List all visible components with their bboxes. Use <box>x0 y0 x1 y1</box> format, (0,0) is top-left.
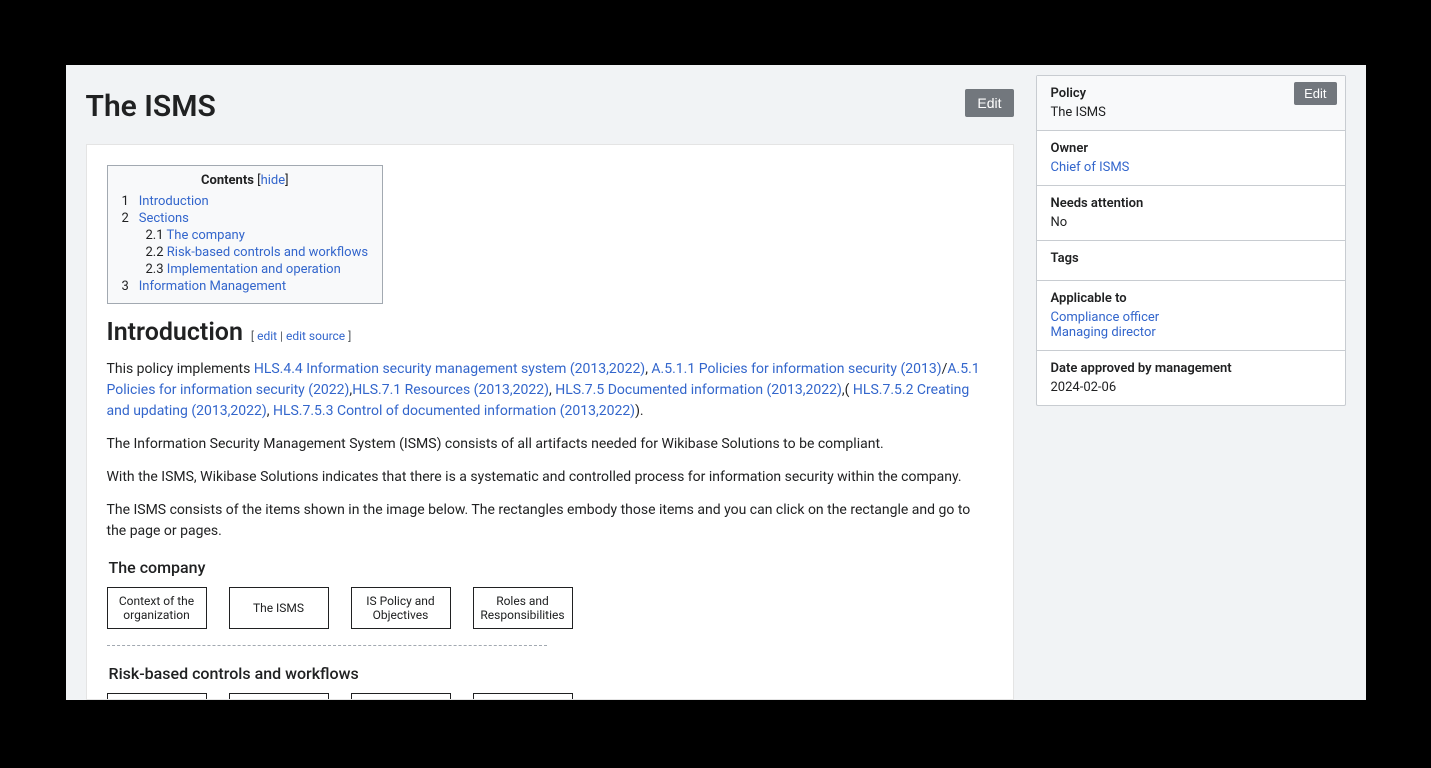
policy-link[interactable]: HLS.7.5.3 Control of documented informat… <box>273 403 635 419</box>
toc-item[interactable]: 1 Introduction <box>122 194 369 209</box>
info-section-applicable: Applicable to Compliance officer Managin… <box>1037 281 1345 351</box>
section-heading-introduction: Introduction [ edit | edit source ] <box>107 318 993 347</box>
toc-title: Contents <box>201 173 254 188</box>
info-label: Tags <box>1051 251 1331 266</box>
edit-button[interactable]: Edit <box>965 89 1013 117</box>
toc-item[interactable]: 2 Sections 2.1 The company 2.2 Risk-base… <box>122 211 369 277</box>
isms-diagram: The company Context of the organization … <box>107 558 993 700</box>
diagram-box[interactable]: Context of the organization <box>107 587 207 629</box>
toc-subitem[interactable]: 2.3 Implementation and operation <box>146 262 369 277</box>
intro-paragraph-4: The ISMS consists of the items shown in … <box>107 500 993 542</box>
table-of-contents: Contents [hide] 1 Introduction 2 Section… <box>107 165 384 304</box>
diagram-box[interactable]: IS Policy and Objectives <box>351 587 451 629</box>
info-value: The ISMS <box>1051 105 1331 120</box>
sidebar-edit-button[interactable]: Edit <box>1294 82 1336 105</box>
owner-link[interactable]: Chief of ISMS <box>1051 160 1331 175</box>
info-label: Owner <box>1051 141 1331 156</box>
diagram-divider <box>107 645 547 646</box>
info-label: Policy <box>1051 86 1331 101</box>
applicable-link[interactable]: Managing director <box>1051 325 1331 340</box>
info-section-needs-attention: Needs attention No <box>1037 186 1345 241</box>
toc-item[interactable]: 3 Information Management <box>122 279 369 294</box>
intro-paragraph-3: With the ISMS, Wikibase Solutions indica… <box>107 467 993 488</box>
info-label: Needs attention <box>1051 196 1331 211</box>
page-title: The ISMS <box>86 89 216 124</box>
toc-subitem[interactable]: 2.1 The company <box>146 228 369 243</box>
info-section-policy: Edit Policy The ISMS <box>1037 76 1345 131</box>
diagram-box: Risks <box>107 693 207 700</box>
intro-paragraph-1: This policy implements HLS.4.4 Informati… <box>107 359 993 422</box>
applicable-link[interactable]: Compliance officer <box>1051 310 1331 325</box>
diagram-stack[interactable]: Controls <box>229 693 329 700</box>
info-value: 2024-02-06 <box>1051 380 1331 395</box>
policy-link[interactable]: HLS.4.4 Information security management … <box>254 361 645 377</box>
info-section-tags: Tags <box>1037 241 1345 281</box>
info-label: Applicable to <box>1051 291 1331 306</box>
policy-link[interactable]: A.5.1.1 Policies for information securit… <box>651 361 941 377</box>
diagram-box[interactable]: Roles and Responsibilities <box>473 587 573 629</box>
info-label: Date approved by management <box>1051 361 1331 376</box>
policy-link[interactable]: HLS.7.5 Documented information (2013,202… <box>555 382 842 398</box>
edit-link[interactable]: edit <box>257 329 277 343</box>
toc-list: 1 Introduction 2 Sections 2.1 The compan… <box>122 194 369 294</box>
diagram-stack[interactable]: Workflows <box>473 693 573 700</box>
info-value: No <box>1051 215 1331 230</box>
diagram-group-title: Risk-based controls and workflows <box>109 664 993 683</box>
edit-source-link[interactable]: edit source <box>286 329 345 343</box>
diagram-box[interactable]: The ISMS <box>229 587 329 629</box>
diagram-stack[interactable]: Risks <box>107 693 207 700</box>
diagram-row: Context of the organization The ISMS IS … <box>107 587 993 629</box>
toc-header: Contents [hide] <box>122 173 369 188</box>
toc-sublist: 2.1 The company 2.2 Risk-based controls … <box>122 228 369 277</box>
toc-hide-toggle[interactable]: hide <box>261 173 286 188</box>
app-viewport: The ISMS Edit Contents [hide] 1 Introduc… <box>66 65 1366 700</box>
policy-link[interactable]: HLS.7.1 Resources (2013,2022) <box>352 382 549 398</box>
diagram-box: Controls <box>229 693 329 700</box>
diagram-box: Workflows <box>473 693 573 700</box>
toc-subitem[interactable]: 2.2 Risk-based controls and workflows <box>146 245 369 260</box>
info-card: Edit Policy The ISMS Owner Chief of ISMS… <box>1036 75 1346 406</box>
title-row: The ISMS Edit <box>86 75 1014 144</box>
info-section-approved: Date approved by management 2024-02-06 <box>1037 351 1345 405</box>
diagram-row: Risks Controls Statement of Applicabilit… <box>107 693 993 700</box>
content-panel: Contents [hide] 1 Introduction 2 Section… <box>86 144 1014 700</box>
diagram-box[interactable]: Statement of Applicability <box>351 693 451 700</box>
section-edit-links: [ edit | edit source ] <box>251 329 351 343</box>
sidebar: Edit Policy The ISMS Owner Chief of ISMS… <box>1036 75 1346 700</box>
info-section-owner: Owner Chief of ISMS <box>1037 131 1345 186</box>
intro-paragraph-2: The Information Security Management Syst… <box>107 434 993 455</box>
main-column: The ISMS Edit Contents [hide] 1 Introduc… <box>86 75 1014 700</box>
diagram-group-title: The company <box>109 558 993 577</box>
